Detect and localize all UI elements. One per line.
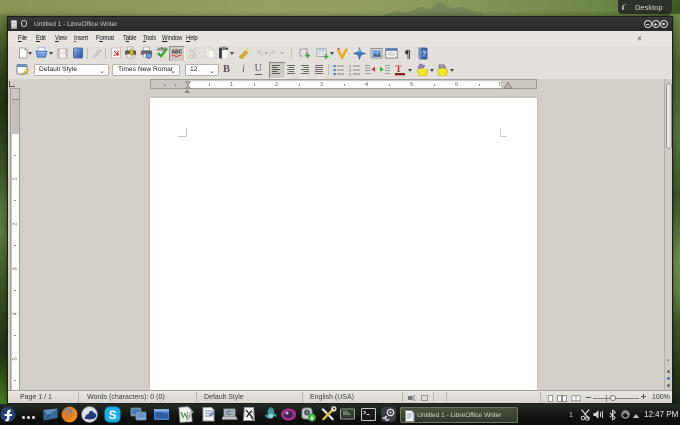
svg-text:¶: ¶ xyxy=(405,47,411,61)
svg-text:T: T xyxy=(396,64,402,74)
svg-text:?: ? xyxy=(422,51,426,58)
svg-text:S: S xyxy=(109,410,117,422)
svg-text:3: 3 xyxy=(349,72,351,75)
svg-text:C: C xyxy=(227,411,232,417)
svg-text:ABC: ABC xyxy=(172,50,183,56)
